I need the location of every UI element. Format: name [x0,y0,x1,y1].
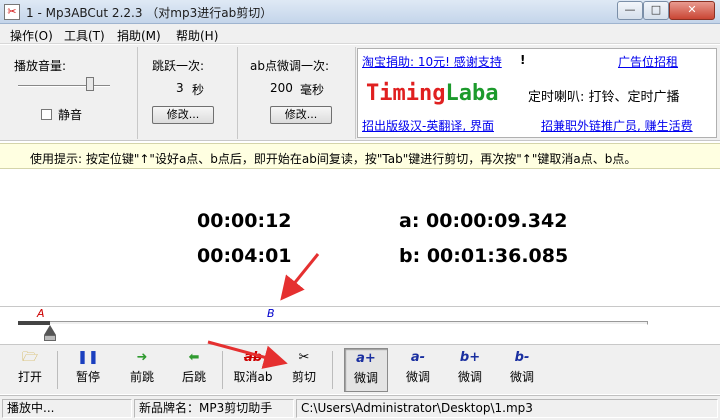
arrow-right-icon: ➜ [136,350,148,365]
total-time: 00:04:01 [197,245,292,267]
b-point-time: b: 00:01:36.085 [399,245,569,267]
minimize-button[interactable]: — [617,1,643,20]
fine-tune-value: 200 [270,81,293,95]
pause-icon: ❚❚ [77,350,99,365]
jump-unit: 秒 [192,83,205,97]
donate-link[interactable]: 淘宝捐助: 10元! 感谢支持 [362,53,502,70]
usage-tip-bar: 使用提示: 按定位键"↑"设好a点、b点后，即开始在ab间复读，按"Tab"键进… [0,143,720,169]
usage-tip-text: 使用提示: 按定位键"↑"设好a点、b点后，即开始在ab间复读，按"Tab"键进… [30,152,637,166]
brand-description[interactable]: 定时喇叭: 打铃、定时广播 [528,86,680,105]
app-scissors-icon: ✂ [4,4,20,20]
mute-checkbox[interactable] [41,109,52,120]
cancel-ab-button[interactable]: ab 取消ab [230,348,276,392]
donate-exclamation: ! [520,53,526,67]
volume-slider-thumb[interactable] [85,77,94,91]
b-plus-label: 微调 [457,370,482,384]
menu-tools[interactable]: 工具(T) [64,27,105,44]
menu-bar: 操作(O) 工具(T) 捐助(M) 帮助(H) [0,24,720,44]
scissors-icon: ✂ [298,350,310,365]
open-label: 打开 [17,370,42,384]
volume-section: 播放音量: 静音 [0,47,138,139]
volume-slider-track[interactable] [18,85,110,87]
status-file-path: C:\Users\Administrator\Desktop\1.mp3 [296,399,718,418]
b-minus-fine-tune-button[interactable]: b- 微调 [500,348,544,392]
brand-laba: Laba [445,81,499,106]
mute-label: 静音 [58,108,83,122]
fine-tune-section: ab点微调一次: 200 毫秒 修改... [238,47,356,139]
a-plus-label: 微调 [353,371,378,385]
toolbar: 🗁 打开 ❚❚ 暂停 ➜ 前跳 ⬅ 后跳 ab 取消ab ✂ 剪切 a+ 微调 … [0,344,720,394]
back-jump-label: 后跳 [181,370,206,384]
back-jump-button[interactable]: ⬅ 后跳 [172,348,216,392]
playhead-handle[interactable] [43,325,56,335]
a-marker: A [37,307,45,320]
b-plus-fine-tune-button[interactable]: b+ 微调 [448,348,492,392]
status-state: 播放中... [2,399,132,418]
recruit-promoter-link[interactable]: 招兼职外链推广员, 赚生活费 [541,117,693,134]
pause-button[interactable]: ❚❚ 暂停 [66,348,110,392]
timeline-track[interactable] [18,321,648,325]
toolbar-separator [57,351,58,389]
a-minus-label: 微调 [405,370,430,384]
a-point-time: a: 00:00:09.342 [399,210,568,232]
fine-tune-label: ab点微调一次: [250,59,330,73]
playhead-base[interactable] [43,335,56,341]
status-bar: 播放中... 新品牌名：MP3剪切助手 C:\Users\Administrat… [0,395,720,420]
open-button[interactable]: 🗁 打开 [8,348,52,392]
toolbar-separator [332,351,333,389]
brand-timing: Timing [366,81,446,106]
current-time: 00:00:12 [197,210,292,232]
pause-label: 暂停 [75,370,100,384]
jump-section: 跳跃一次: 3 秒 修改... [138,47,238,139]
close-button[interactable]: ✕ [669,1,715,20]
cut-button[interactable]: ✂ 剪切 [282,348,326,392]
ad-rent-link[interactable]: 广告位招租 [618,53,678,70]
status-product-name: 新品牌名：MP3剪切助手 [134,399,294,418]
ad-panel: 淘宝捐助: 10元! 感谢支持 ! 广告位招租 TimingLaba 定时喇叭:… [357,48,717,138]
fine-tune-edit-button[interactable]: 修改... [270,106,332,124]
forward-jump-button[interactable]: ➜ 前跳 [120,348,164,392]
title-bar: ✂ 1 - Mp3ABCut 2.2.3 （对mp3进行ab剪切） — □ ✕ [0,0,720,24]
menu-operate[interactable]: 操作(O) [10,27,53,44]
window-title: 1 - Mp3ABCut 2.2.3 （对mp3进行ab剪切） [26,6,273,20]
jump-label: 跳跃一次: [152,59,205,73]
cancel-ab-icon: ab [243,350,263,365]
b-minus-icon: b- [514,350,530,365]
arrow-left-icon: ⬅ [188,350,200,365]
jump-value: 3 [176,81,184,95]
a-minus-fine-tune-button[interactable]: a- 微调 [396,348,440,392]
b-minus-label: 微调 [509,370,534,384]
menu-help[interactable]: 帮助(H) [176,27,218,44]
b-marker: B [267,307,275,320]
cancel-ab-label: 取消ab [233,370,273,384]
timeline: A B [0,306,720,344]
b-plus-icon: b+ [459,350,481,365]
time-display: 00:00:12 00:04:01 a: 00:00:09.342 b: 00:… [0,170,720,306]
toolbar-separator [222,351,223,389]
folder-icon: 🗁 [21,350,39,365]
a-minus-icon: a- [410,350,426,365]
fine-tune-unit: 毫秒 [300,83,325,97]
recruit-translator-link[interactable]: 招出版级汉-英翻译, 界面 [362,117,494,134]
forward-jump-label: 前跳 [129,370,154,384]
maximize-button[interactable]: □ [643,1,669,20]
a-plus-fine-tune-button[interactable]: a+ 微调 [344,348,388,392]
timinglaba-logo[interactable]: TimingLaba [366,81,498,106]
cut-label: 剪切 [291,370,316,384]
jump-edit-button[interactable]: 修改... [152,106,214,124]
menu-donate[interactable]: 捐助(M) [117,27,161,44]
volume-label: 播放音量: [14,59,67,73]
a-plus-icon: a+ [356,351,376,366]
